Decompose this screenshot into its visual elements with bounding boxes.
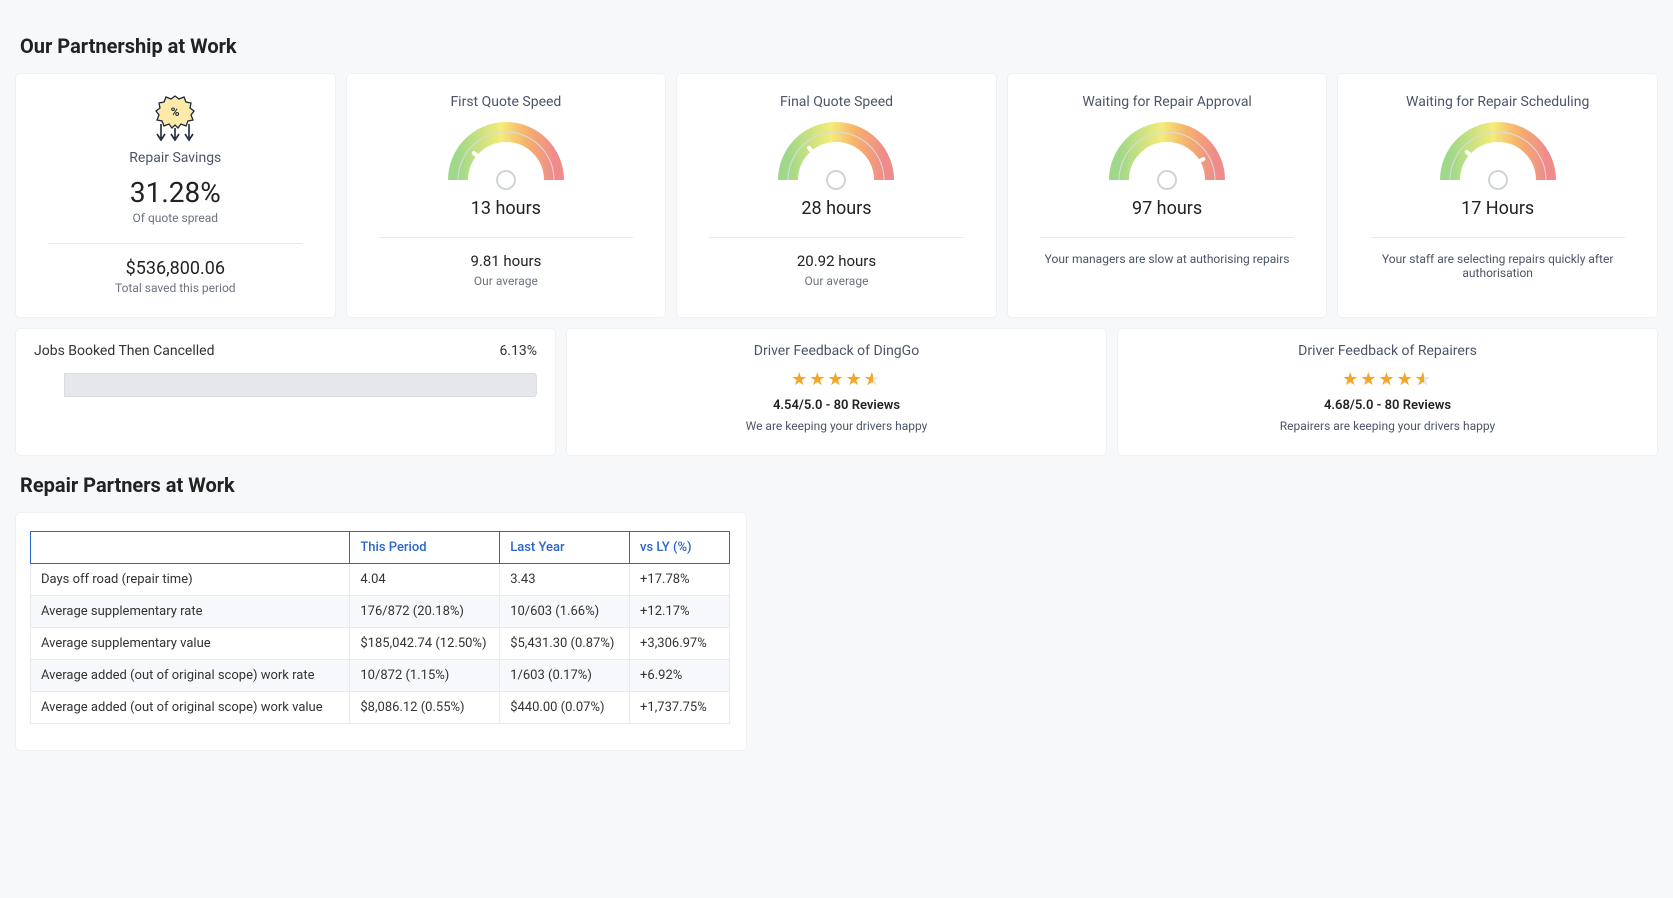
table-cell: +17.78% — [630, 564, 730, 596]
partnership-section-title: Our Partnership at Work — [20, 34, 1657, 58]
savings-title: Repair Savings — [34, 150, 317, 166]
savings-pct-label: Of quote spread — [34, 211, 317, 225]
table-cell: +1,737.75% — [630, 692, 730, 724]
gauge-sublabel: Our average — [695, 274, 978, 288]
gauge-icon — [695, 120, 978, 192]
gauge-first-quote: First Quote Speed 13 hours 9.81 hours Ou… — [347, 74, 666, 317]
feedback-score: 4.54/5.0 - 80 Reviews — [585, 398, 1088, 413]
table-cell: 4.04 — [350, 564, 500, 596]
feedback-message: Repairers are keeping your drivers happy — [1136, 419, 1639, 433]
table-cell: 10/603 (1.66%) — [500, 596, 630, 628]
table-cell: $8,086.12 (0.55%) — [350, 692, 500, 724]
table-cell: $5,431.30 (0.87%) — [500, 628, 630, 660]
table-cell: +6.92% — [630, 660, 730, 692]
partners-table: This PeriodLast Yearvs LY (%) Days off r… — [30, 531, 730, 724]
gauge-value: 17 Hours — [1356, 198, 1639, 219]
table-cell: $440.00 (0.07%) — [500, 692, 630, 724]
gauge-sublabel: Our average — [365, 274, 648, 288]
gauge-final-quote: Final Quote Speed 28 hours 20.92 hours O… — [677, 74, 996, 317]
table-row: Average added (out of original scope) wo… — [31, 660, 730, 692]
table-cell: Average added (out of original scope) wo… — [31, 692, 350, 724]
feedback-dinggo-card: Driver Feedback of DingGo ★★★★★★ 4.54/5.… — [567, 329, 1106, 455]
feedback-score: 4.68/5.0 - 80 Reviews — [1136, 398, 1639, 413]
gauge-title: First Quote Speed — [365, 94, 648, 110]
gauge-subvalue: 9.81 hours — [365, 252, 648, 270]
table-cell: +3,306.97% — [630, 628, 730, 660]
table-row: Days off road (repair time)4.043.43+17.7… — [31, 564, 730, 596]
star-rating-icon: ★★★★★★ — [1136, 369, 1639, 390]
gauge-title: Waiting for Repair Scheduling — [1356, 94, 1639, 110]
jobs-cancelled-fill — [34, 373, 65, 397]
gauge-subvalue: 20.92 hours — [695, 252, 978, 270]
partners-section-title: Repair Partners at Work — [20, 473, 1657, 497]
gauge-icon — [365, 120, 648, 192]
gauge-repair-approval: Waiting for Repair Approval 97 hours You… — [1008, 74, 1327, 317]
savings-amount: $536,800.06 — [34, 258, 317, 279]
table-header: vs LY (%) — [630, 532, 730, 564]
jobs-cancelled-card: Jobs Booked Then Cancelled 6.13% — [16, 329, 555, 455]
table-cell: +12.17% — [630, 596, 730, 628]
gauge-value: 28 hours — [695, 198, 978, 219]
table-cell: Average supplementary rate — [31, 596, 350, 628]
table-cell: 3.43 — [500, 564, 630, 596]
feedback-repairers-card: Driver Feedback of Repairers ★★★★★★ 4.68… — [1118, 329, 1657, 455]
gauge-message: Your managers are slow at authorising re… — [1026, 252, 1309, 266]
gauge-title: Final Quote Speed — [695, 94, 978, 110]
savings-icon: % — [34, 94, 317, 144]
kpi-row: % Repair Savings 31.28% Of quote spread … — [16, 74, 1657, 317]
table-row: Average supplementary rate176/872 (20.18… — [31, 596, 730, 628]
jobs-cancelled-title: Jobs Booked Then Cancelled — [34, 343, 214, 359]
gauge-value: 13 hours — [365, 198, 648, 219]
repair-savings-card: % Repair Savings 31.28% Of quote spread … — [16, 74, 335, 317]
feedback-title: Driver Feedback of Repairers — [1136, 343, 1639, 359]
svg-text:%: % — [171, 105, 180, 119]
star-rating-icon: ★★★★★★ — [585, 369, 1088, 390]
feedback-message: We are keeping your drivers happy — [585, 419, 1088, 433]
table-header — [31, 532, 350, 564]
gauge-icon — [1356, 120, 1639, 192]
table-cell: Days off road (repair time) — [31, 564, 350, 596]
savings-amount-label: Total saved this period — [34, 281, 317, 295]
gauge-icon — [1026, 120, 1309, 192]
table-header: This Period — [350, 532, 500, 564]
gauge-repair-scheduling: Waiting for Repair Scheduling 17 Hours Y… — [1338, 74, 1657, 317]
table-row: Average added (out of original scope) wo… — [31, 692, 730, 724]
savings-pct: 31.28% — [34, 176, 317, 209]
table-header: Last Year — [500, 532, 630, 564]
table-row: Average supplementary value$185,042.74 (… — [31, 628, 730, 660]
table-cell: 176/872 (20.18%) — [350, 596, 500, 628]
feedback-row: Jobs Booked Then Cancelled 6.13% Driver … — [16, 329, 1657, 455]
jobs-cancelled-bar — [34, 373, 537, 397]
gauge-title: Waiting for Repair Approval — [1026, 94, 1309, 110]
table-cell: $185,042.74 (12.50%) — [350, 628, 500, 660]
feedback-title: Driver Feedback of DingGo — [585, 343, 1088, 359]
table-cell: 1/603 (0.17%) — [500, 660, 630, 692]
gauge-message: Your staff are selecting repairs quickly… — [1356, 252, 1639, 280]
table-cell: Average added (out of original scope) wo… — [31, 660, 350, 692]
gauge-value: 97 hours — [1026, 198, 1309, 219]
jobs-cancelled-pct: 6.13% — [499, 343, 537, 359]
table-cell: Average supplementary value — [31, 628, 350, 660]
partners-table-card: This PeriodLast Yearvs LY (%) Days off r… — [16, 513, 746, 750]
table-cell: 10/872 (1.15%) — [350, 660, 500, 692]
